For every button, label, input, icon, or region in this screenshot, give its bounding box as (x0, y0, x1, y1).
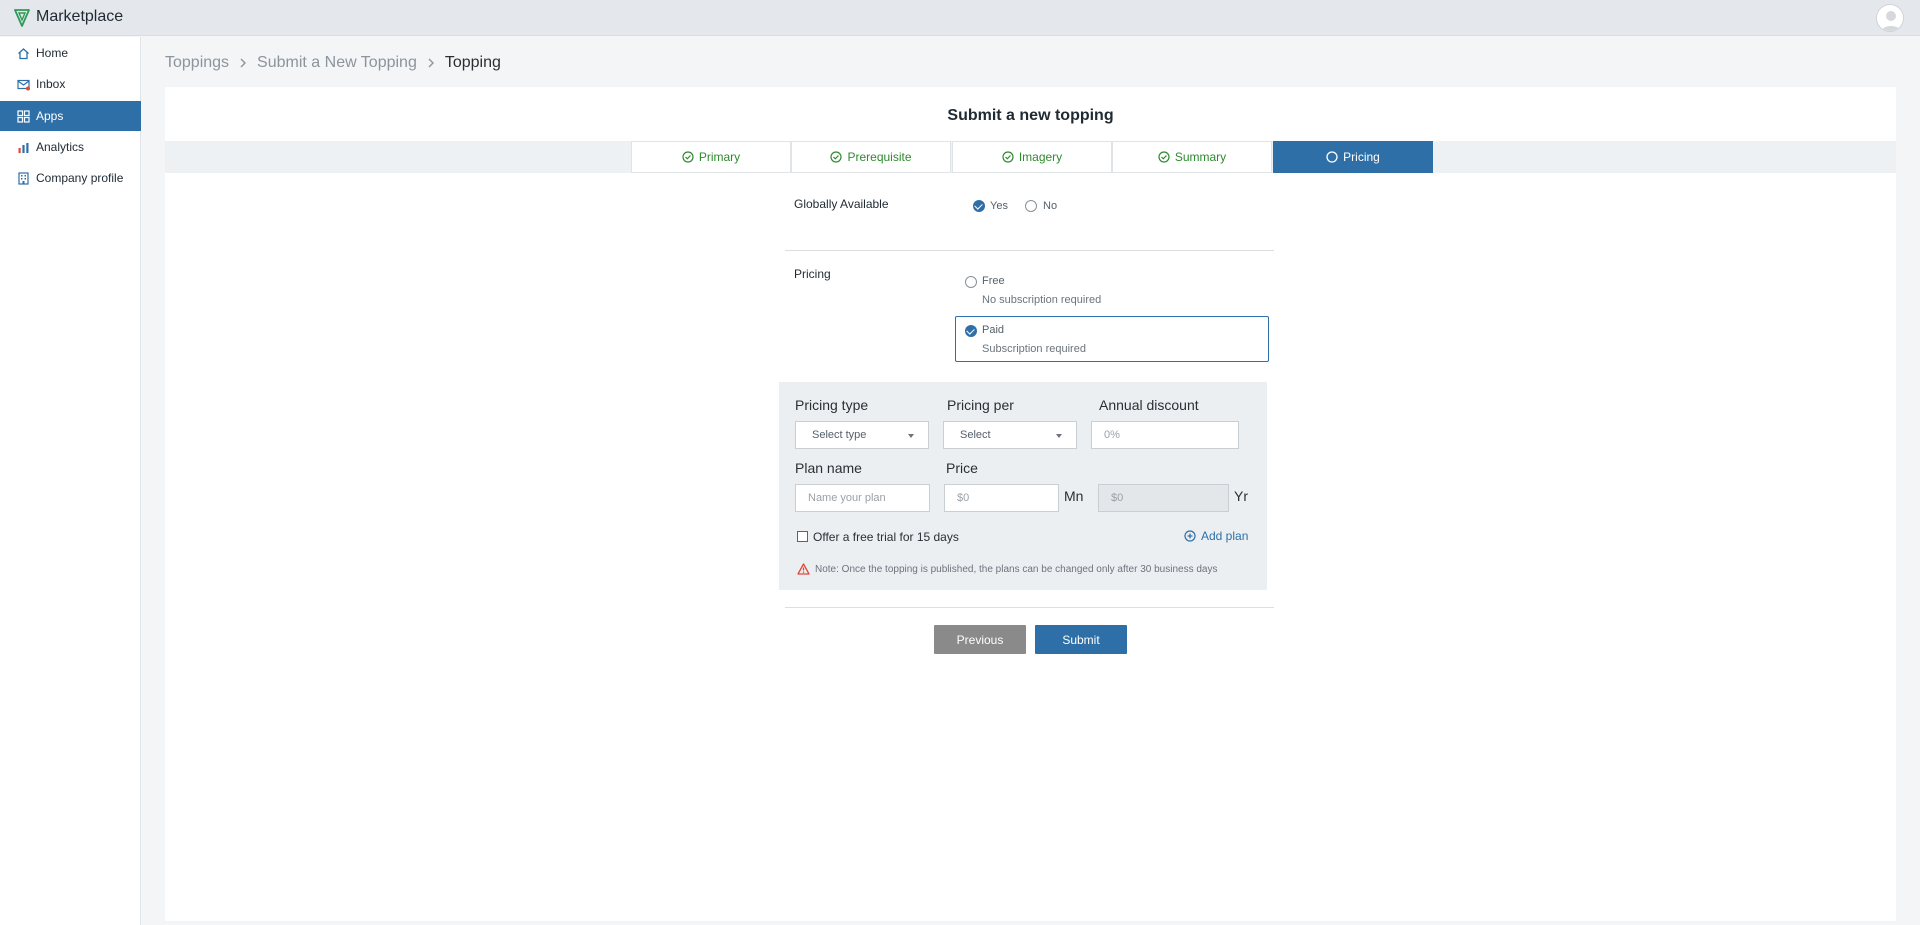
marketplace-logo-icon (14, 9, 30, 27)
building-icon (16, 171, 30, 185)
check-circle-icon (1002, 151, 1014, 163)
annual-discount-placeholder: 0% (1104, 429, 1120, 441)
chevron-right-icon (427, 57, 435, 69)
globally-available-no-label[interactable]: No (1043, 200, 1057, 212)
pricing-free-radio[interactable] (965, 276, 977, 288)
add-plan-label: Add plan (1201, 529, 1249, 543)
price-year-unit: Yr (1234, 488, 1248, 504)
sidebar-item-analytics[interactable]: Analytics (0, 132, 141, 162)
tab-label: Summary (1174, 150, 1227, 164)
globally-available-yes-radio[interactable] (973, 200, 985, 212)
tab-label: Prerequisite (847, 150, 912, 164)
tab-pricing[interactable]: Pricing (1273, 141, 1433, 173)
tab-imagery[interactable]: Imagery (952, 141, 1112, 173)
plan-name-input[interactable]: Name your plan (795, 484, 930, 512)
apps-icon (16, 109, 30, 123)
breadcrumb-toppings[interactable]: Toppings (165, 54, 229, 72)
tab-prerequisite[interactable]: Prerequisite (791, 141, 951, 173)
pricing-per-value: Select (960, 429, 991, 441)
user-icon (1881, 11, 1901, 31)
globally-available-no-radio[interactable] (1025, 200, 1037, 212)
pricing-free-label[interactable]: Free (982, 275, 1005, 287)
pricing-per-select[interactable]: Select (943, 421, 1077, 449)
previous-button[interactable]: Previous (934, 625, 1026, 654)
globally-available-yes-label[interactable]: Yes (990, 200, 1008, 212)
plan-name-placeholder: Name your plan (808, 492, 886, 504)
tab-primary[interactable]: Primary (631, 141, 791, 173)
pricing-note: Note: Once the topping is published, the… (797, 563, 1218, 575)
price-month-placeholder: $0 (957, 492, 970, 504)
pricing-per-label: Pricing per (947, 397, 1014, 413)
sidebar-item-inbox[interactable]: Inbox (0, 69, 141, 99)
avatar[interactable] (1876, 4, 1904, 32)
pricing-free-description: No subscription required (982, 294, 1102, 306)
free-trial-checkbox[interactable] (797, 531, 808, 542)
price-label: Price (946, 460, 978, 476)
chevron-right-icon (239, 57, 247, 69)
plan-name-label: Plan name (795, 460, 862, 476)
pricing-type-label: Pricing type (795, 397, 869, 413)
card-header: Submit a new topping (165, 87, 1896, 141)
sidebar-item-company-profile[interactable]: Company profile (0, 163, 141, 193)
analytics-icon (16, 140, 30, 154)
pricing-type-value: Select type (812, 429, 867, 441)
price-year-placeholder: $0 (1111, 492, 1124, 504)
sidebar-item-home[interactable]: Home (0, 38, 141, 68)
annual-discount-label: Annual discount (1099, 397, 1199, 413)
pricing-paid-radio[interactable] (965, 325, 977, 337)
add-plan-button[interactable]: Add plan (1184, 529, 1248, 543)
pricing-type-select[interactable]: Select type (795, 421, 929, 449)
sidebar: Home Inbox Apps Analytics Company profil… (0, 37, 141, 925)
breadcrumb-submit-new-topping[interactable]: Submit a New Topping (257, 54, 417, 72)
divider (785, 250, 1274, 251)
page-title: Submit a new topping (947, 107, 1114, 124)
warning-icon (797, 563, 810, 575)
breadcrumb: Toppings Submit a New Topping Topping (165, 54, 501, 72)
circle-icon (1326, 151, 1338, 163)
price-year-input: $0 (1098, 484, 1229, 512)
divider (785, 607, 1274, 608)
tab-summary[interactable]: Summary (1112, 141, 1272, 173)
sidebar-item-label: Apps (36, 109, 64, 123)
pricing-paid-label[interactable]: Paid (982, 324, 1004, 336)
pricing-note-text: Note: Once the topping is published, the… (815, 563, 1218, 575)
sidebar-item-label: Home (36, 46, 69, 60)
check-circle-icon (830, 151, 843, 163)
submit-button[interactable]: Submit (1035, 625, 1127, 654)
caret-down-icon (1056, 434, 1062, 438)
sidebar-item-label: Analytics (36, 140, 85, 154)
check-circle-icon (682, 151, 694, 163)
app-title: Marketplace (36, 8, 124, 25)
globally-available-label: Globally Available (794, 197, 889, 211)
caret-down-icon (908, 434, 914, 438)
top-bar: Marketplace (0, 0, 1920, 36)
inbox-icon (16, 77, 30, 91)
pricing-paid-option[interactable] (955, 316, 1269, 362)
tab-label: Pricing (1343, 150, 1380, 164)
sidebar-item-label: Company profile (36, 171, 124, 185)
pricing-label: Pricing (794, 267, 831, 281)
breadcrumb-current: Topping (444, 54, 501, 71)
sidebar-item-label: Inbox (36, 77, 66, 91)
check-circle-icon (1158, 151, 1170, 163)
price-month-unit: Mn (1064, 488, 1084, 504)
pricing-paid-description: Subscription required (982, 343, 1086, 355)
home-icon (16, 46, 30, 60)
tab-label: Imagery (1018, 150, 1063, 164)
free-trial-label[interactable]: Offer a free trial for 15 days (813, 530, 959, 544)
tab-label: Primary (698, 150, 741, 164)
annual-discount-input[interactable]: 0% (1091, 421, 1239, 449)
price-month-input[interactable]: $0 (944, 484, 1059, 512)
plus-circle-icon (1184, 530, 1196, 542)
sidebar-item-apps[interactable]: Apps (0, 101, 141, 131)
